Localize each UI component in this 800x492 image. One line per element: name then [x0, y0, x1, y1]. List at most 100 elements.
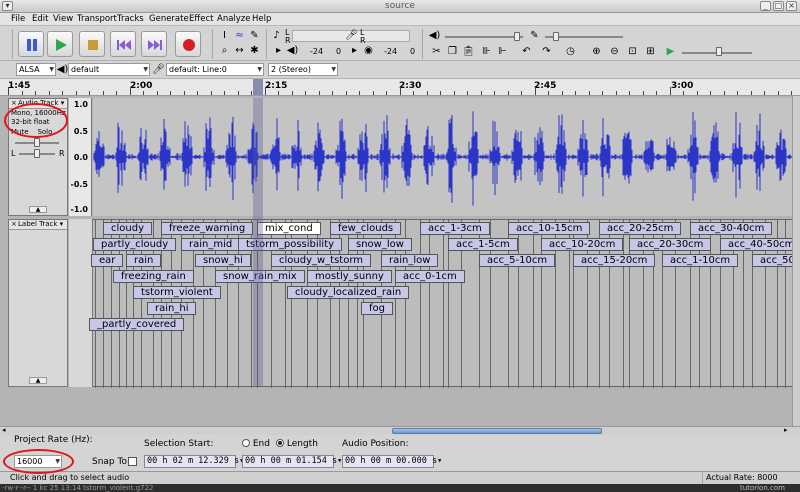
menu-effect[interactable]: Effect: [189, 14, 213, 24]
pan-slider[interactable]: L R: [9, 148, 67, 159]
redo-icon[interactable]: ↷: [540, 45, 553, 58]
label-item[interactable]: acc_1-10cm: [662, 254, 739, 267]
fit-selection-icon[interactable]: ⊡: [626, 45, 639, 58]
timeline-ruler[interactable]: 1:45 2:00 2:15 2:30 2:45 3:00: [0, 79, 800, 96]
label-item[interactable]: few_clouds: [330, 222, 402, 235]
copy-icon[interactable]: ❐: [446, 45, 459, 58]
trim-icon[interactable]: ⊪: [480, 45, 493, 58]
pan-thumb[interactable]: [34, 149, 40, 158]
output-volume-thumb[interactable]: [514, 32, 520, 41]
label-item[interactable]: acc_1-5cm: [448, 238, 518, 251]
selection-start-field[interactable]: 00 h 02 m 12.329 s▾: [144, 455, 244, 468]
collapse-track-button[interactable]: ▲: [29, 206, 47, 213]
close-track-icon[interactable]: ×: [11, 220, 18, 229]
length-radio[interactable]: [276, 439, 284, 447]
skip-to-end-button[interactable]: [141, 31, 167, 57]
label-item[interactable]: ear: [91, 254, 124, 267]
label-item[interactable]: mostly_sunny: [307, 270, 392, 283]
gain-slider[interactable]: [9, 137, 67, 148]
envelope-tool-icon[interactable]: ≈: [233, 29, 246, 42]
skip-to-start-button[interactable]: [110, 31, 136, 57]
draw-tool-icon[interactable]: ✎: [248, 29, 261, 42]
menu-help[interactable]: Help: [252, 14, 271, 24]
label-item[interactable]: rain_mid: [181, 238, 241, 251]
label-item[interactable]: mix_cond: [257, 222, 321, 235]
play-at-speed-icon[interactable]: ▶: [664, 45, 677, 58]
sync-lock-icon[interactable]: ◷: [564, 45, 577, 58]
selection-marker[interactable]: [253, 79, 263, 95]
menu-transport[interactable]: Transport: [77, 14, 117, 24]
meter-arrow-icon[interactable]: ▸: [272, 44, 285, 57]
pause-button[interactable]: [18, 31, 44, 57]
label-item[interactable]: snow_hi: [195, 254, 251, 267]
label-item[interactable]: tstorm_violent: [133, 286, 221, 299]
label-item[interactable]: acc_1-3cm: [420, 222, 490, 235]
label-item[interactable]: acc_30-40cm: [690, 222, 773, 235]
scroll-right-icon[interactable]: ▸: [784, 426, 788, 434]
label-item[interactable]: rain_low: [381, 254, 439, 267]
label-item[interactable]: acc_20-25cm: [599, 222, 682, 235]
menu-generate[interactable]: Generate: [149, 14, 189, 24]
rec-arrow-icon[interactable]: ▸: [348, 44, 361, 57]
label-item[interactable]: _partly_covered: [89, 318, 185, 331]
label-item[interactable]: partly_cloudy: [93, 238, 177, 251]
input-device-select[interactable]: default: Line:0 ▼: [166, 63, 264, 76]
label-item[interactable]: acc_40-50cm: [720, 238, 800, 251]
menu-tracks[interactable]: Tracks: [117, 14, 144, 24]
selection-tool-icon[interactable]: I: [218, 29, 231, 42]
label-track-name[interactable]: Label Track: [18, 220, 57, 228]
minimize-icon[interactable]: _: [760, 1, 771, 11]
label-item[interactable]: cloudy_w_tstorm: [271, 254, 372, 267]
label-item[interactable]: acc_10-20cm: [541, 238, 624, 251]
label-item[interactable]: fog: [361, 302, 393, 315]
chevron-down-icon[interactable]: ▾: [60, 220, 64, 228]
menu-analyze[interactable]: Analyze: [217, 14, 251, 24]
label-item[interactable]: acc_15-20cm: [573, 254, 656, 267]
output-volume-slider[interactable]: [445, 36, 523, 38]
maximize-icon[interactable]: □: [773, 1, 784, 11]
silence-icon[interactable]: ⊩: [496, 45, 509, 58]
selection-length-field[interactable]: 00 h 00 m 01.154 s▾: [242, 455, 342, 468]
cut-icon[interactable]: ✂: [430, 45, 443, 58]
chevron-down-icon[interactable]: ▾: [61, 99, 65, 107]
timeshift-tool-icon[interactable]: ↔: [233, 44, 246, 57]
label-item[interactable]: cloudy: [103, 222, 152, 235]
output-device-select[interactable]: default ▼: [68, 63, 150, 76]
label-item[interactable]: rain: [126, 254, 162, 267]
label-item[interactable]: rain_hi: [147, 302, 197, 315]
paste-icon[interactable]: 📋︎: [462, 45, 475, 58]
label-item[interactable]: acc_20-30cm: [629, 238, 712, 251]
zoom-in-icon[interactable]: ⊕: [590, 45, 603, 58]
label-item[interactable]: freezing_rain: [113, 270, 194, 283]
waveform-view[interactable]: [93, 98, 792, 216]
menu-view[interactable]: View: [53, 14, 73, 24]
play-speed-thumb[interactable]: [716, 47, 722, 56]
play-button[interactable]: [47, 31, 73, 57]
label-track[interactable]: cloudy freeze_warning mix_cond few_clouds ac…: [89, 219, 800, 388]
audio-position-field[interactable]: 00 h 00 m 00.000 s▾: [342, 455, 442, 468]
close-icon[interactable]: ×: [786, 1, 797, 11]
gain-thumb[interactable]: [34, 138, 40, 147]
scroll-left-icon[interactable]: ◂: [2, 426, 6, 434]
label-item[interactable]: freeze_warning: [161, 222, 254, 235]
record-button[interactable]: [175, 31, 201, 57]
label-item[interactable]: acc_0-1cm: [395, 270, 465, 283]
label-item[interactable]: snow_low: [348, 238, 412, 251]
collapse-track-button[interactable]: ▲: [29, 377, 47, 384]
multi-tool-icon[interactable]: ✱: [248, 44, 261, 57]
input-volume-thumb[interactable]: [553, 32, 559, 41]
audio-host-select[interactable]: ALSA ▼: [16, 63, 56, 76]
horizontal-scroll-thumb[interactable]: [392, 428, 602, 434]
label-item[interactable]: cloudy_localized_rain: [287, 286, 410, 299]
label-item[interactable]: acc_5-10cm: [479, 254, 556, 267]
end-radio[interactable]: [242, 439, 250, 447]
menu-file[interactable]: File: [11, 14, 25, 24]
zoom-tool-icon[interactable]: ⌕: [218, 44, 231, 57]
channels-select[interactable]: 2 (Stereo) ▼: [268, 63, 338, 76]
fit-project-icon[interactable]: ⊞: [644, 45, 657, 58]
horizontal-scrollbar[interactable]: ◂ ▸: [0, 426, 800, 435]
stop-button[interactable]: [79, 31, 105, 57]
menu-edit[interactable]: Edit: [32, 14, 48, 24]
vertical-scrollbar[interactable]: [792, 96, 800, 426]
undo-icon[interactable]: ↶: [520, 45, 533, 58]
